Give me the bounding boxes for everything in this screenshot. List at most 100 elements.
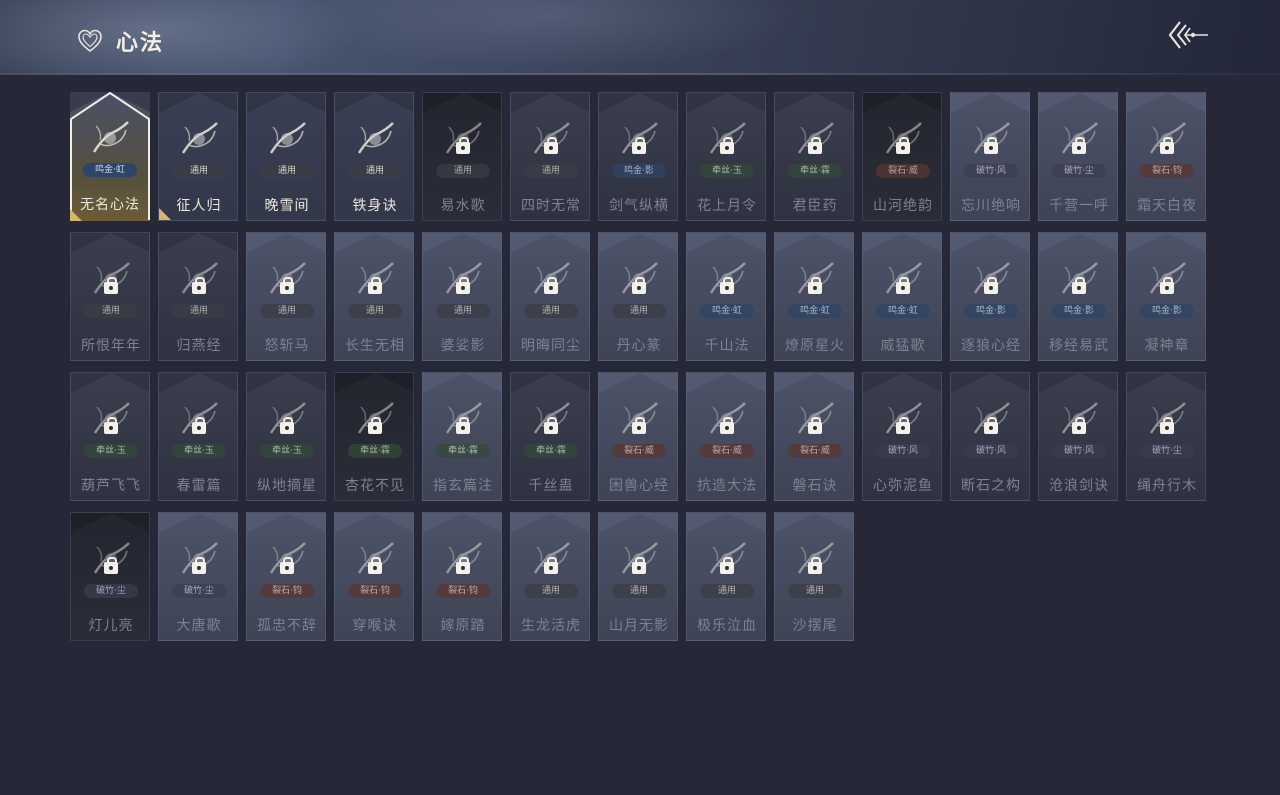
skill-card[interactable]: 破竹·风 忘川绝响 xyxy=(950,92,1030,221)
skill-badge: 牵丝·霖 xyxy=(524,444,578,458)
lock-icon xyxy=(808,137,822,154)
skill-card[interactable]: 通用 丹心篆 xyxy=(598,232,678,361)
skill-name: 逐狼心经 xyxy=(961,338,1021,354)
skill-name: 剑气纵横 xyxy=(609,198,669,214)
skill-card[interactable]: 牵丝·霖 杏花不见 xyxy=(334,372,414,501)
skill-card[interactable]: 鸣金·虹 威猛歌 xyxy=(862,232,942,361)
skill-name: 花上月令 xyxy=(697,198,757,214)
skill-card[interactable]: 牵丝·霖 指玄篇注 xyxy=(422,372,502,501)
skill-card[interactable]: 破竹·尘绳舟行木 xyxy=(1126,372,1206,501)
skill-badge: 通用 xyxy=(84,304,138,318)
lock-icon xyxy=(1072,137,1086,154)
skill-name: 易水歌 xyxy=(440,198,486,214)
skill-card[interactable]: 通用 明晦同尘 xyxy=(510,232,590,361)
skill-card[interactable]: 牵丝·玉 葫芦飞飞 xyxy=(70,372,150,501)
skill-card[interactable]: 破竹·风 沧浪剑诀 xyxy=(1038,372,1118,501)
skill-badge: 通用 xyxy=(260,304,314,318)
skill-card[interactable]: 通用 所恨年年 xyxy=(70,232,150,361)
skill-card[interactable]: 破竹·尘 大唐歌 xyxy=(158,512,238,641)
skill-card[interactable]: 鸣金·虹 千山法 xyxy=(686,232,766,361)
lock-icon xyxy=(104,557,118,574)
skill-name: 指玄篇注 xyxy=(433,478,493,494)
back-arrow-icon xyxy=(1168,21,1208,49)
skill-card[interactable]: 通用 铁身诀 xyxy=(334,92,414,221)
skill-name: 山月无影 xyxy=(609,618,669,634)
skill-card[interactable]: 裂石·钧 嫁原踏 xyxy=(422,512,502,641)
skill-card[interactable]: 牵丝·玉 春雷篇 xyxy=(158,372,238,501)
lock-icon xyxy=(456,417,470,434)
skill-card[interactable]: 通用 怒斩马 xyxy=(246,232,326,361)
skill-card[interactable]: 通用 晚雪间 xyxy=(246,92,326,221)
skill-badge: 破竹·尘 xyxy=(1052,164,1106,178)
skill-name: 千营一呼 xyxy=(1049,198,1109,214)
skill-name: 沙摆尾 xyxy=(792,618,838,634)
skill-card[interactable]: 通用 沙摆尾 xyxy=(774,512,854,641)
lock-icon xyxy=(896,137,910,154)
skill-card[interactable]: 鸣金·影 逐狼心经 xyxy=(950,232,1030,361)
skill-card[interactable]: 鸣金·影 移经易武 xyxy=(1038,232,1118,361)
skill-card[interactable]: 通用 征人归 xyxy=(158,92,238,221)
lock-icon xyxy=(104,277,118,294)
skill-name: 生龙活虎 xyxy=(521,618,581,634)
skill-card[interactable]: 裂石·钧 孤忠不辞 xyxy=(246,512,326,641)
lock-icon xyxy=(808,557,822,574)
lock-icon xyxy=(896,277,910,294)
skill-card[interactable]: 裂石·钧 霜天白夜 xyxy=(1126,92,1206,221)
skill-card[interactable]: 裂石·威 山河绝韵 xyxy=(862,92,942,221)
lock-icon xyxy=(368,277,382,294)
skill-card[interactable]: 鸣金·虹 燎原星火 xyxy=(774,232,854,361)
skill-name: 大唐歌 xyxy=(176,618,222,634)
lock-icon xyxy=(720,417,734,434)
skill-name: 长生无相 xyxy=(345,338,405,354)
skill-card[interactable]: 破竹·尘 灯儿亮 xyxy=(70,512,150,641)
skill-badge: 破竹·尘 xyxy=(1140,444,1194,458)
skill-name: 杏花不见 xyxy=(345,478,405,494)
skill-badge: 破竹·尘 xyxy=(84,584,138,598)
skill-card[interactable]: 破竹·尘千营一呼 xyxy=(1038,92,1118,221)
skill-name: 霜天白夜 xyxy=(1137,198,1197,214)
eagle-icon xyxy=(181,122,218,154)
skill-card[interactable]: 通用 极乐泣血 xyxy=(686,512,766,641)
corner-flag-icon xyxy=(70,209,82,221)
skill-card[interactable]: 裂石·威 抗造大法 xyxy=(686,372,766,501)
skill-badge: 通用 xyxy=(436,164,490,178)
skill-badge: 牵丝·玉 xyxy=(700,164,754,178)
skill-card[interactable]: 鸣金·影剑气纵横 xyxy=(598,92,678,221)
skill-badge: 通用 xyxy=(524,584,578,598)
skill-card[interactable]: 破竹·风 心弥泥鱼 xyxy=(862,372,942,501)
lock-icon xyxy=(456,557,470,574)
skill-card[interactable]: 通用 婆娑影 xyxy=(422,232,502,361)
corner-flag-icon xyxy=(159,208,171,220)
skill-badge: 通用 xyxy=(700,584,754,598)
skill-card[interactable]: 裂石·威 困兽心经 xyxy=(598,372,678,501)
skill-card[interactable]: 通用 四时无常 xyxy=(510,92,590,221)
back-button[interactable] xyxy=(1164,18,1212,52)
skill-name: 穿喉诀 xyxy=(352,618,398,634)
skill-card[interactable]: 牵丝·玉 纵地摘星 xyxy=(246,372,326,501)
lock-icon xyxy=(1072,277,1086,294)
skill-card[interactable]: 通用 易水歌 xyxy=(422,92,502,221)
skill-name: 丹心篆 xyxy=(616,338,662,354)
skill-card[interactable]: 通用 生龙活虎 xyxy=(510,512,590,641)
skill-card[interactable]: 鸣金·虹 无名心法 xyxy=(70,92,150,221)
lock-icon xyxy=(808,417,822,434)
skill-name: 绳舟行木 xyxy=(1137,478,1197,494)
skill-card[interactable]: 牵丝·霖 千丝蛊 xyxy=(510,372,590,501)
skill-card[interactable]: 通用 长生无相 xyxy=(334,232,414,361)
skill-card[interactable]: 裂石·钧 穿喉诀 xyxy=(334,512,414,641)
skill-badge: 牵丝·霖 xyxy=(788,164,842,178)
skill-card[interactable]: 裂石·威 磐石诀 xyxy=(774,372,854,501)
skill-card[interactable]: 通用 山月无影 xyxy=(598,512,678,641)
skill-card[interactable]: 牵丝·玉花上月令 xyxy=(686,92,766,221)
skill-card[interactable]: 鸣金·影 凝神章 xyxy=(1126,232,1206,361)
skill-badge: 破竹·风 xyxy=(964,444,1018,458)
skill-card[interactable]: 牵丝·霖 君臣药 xyxy=(774,92,854,221)
skill-card[interactable]: 破竹·风 断石之构 xyxy=(950,372,1030,501)
skill-badge: 裂石·钧 xyxy=(260,584,314,598)
lock-icon xyxy=(280,557,294,574)
skill-badge: 鸣金·影 xyxy=(612,164,666,178)
lock-icon xyxy=(192,417,206,434)
skill-card[interactable]: 通用 归燕经 xyxy=(158,232,238,361)
skill-name: 所恨年年 xyxy=(81,338,141,354)
lock-icon xyxy=(632,417,646,434)
